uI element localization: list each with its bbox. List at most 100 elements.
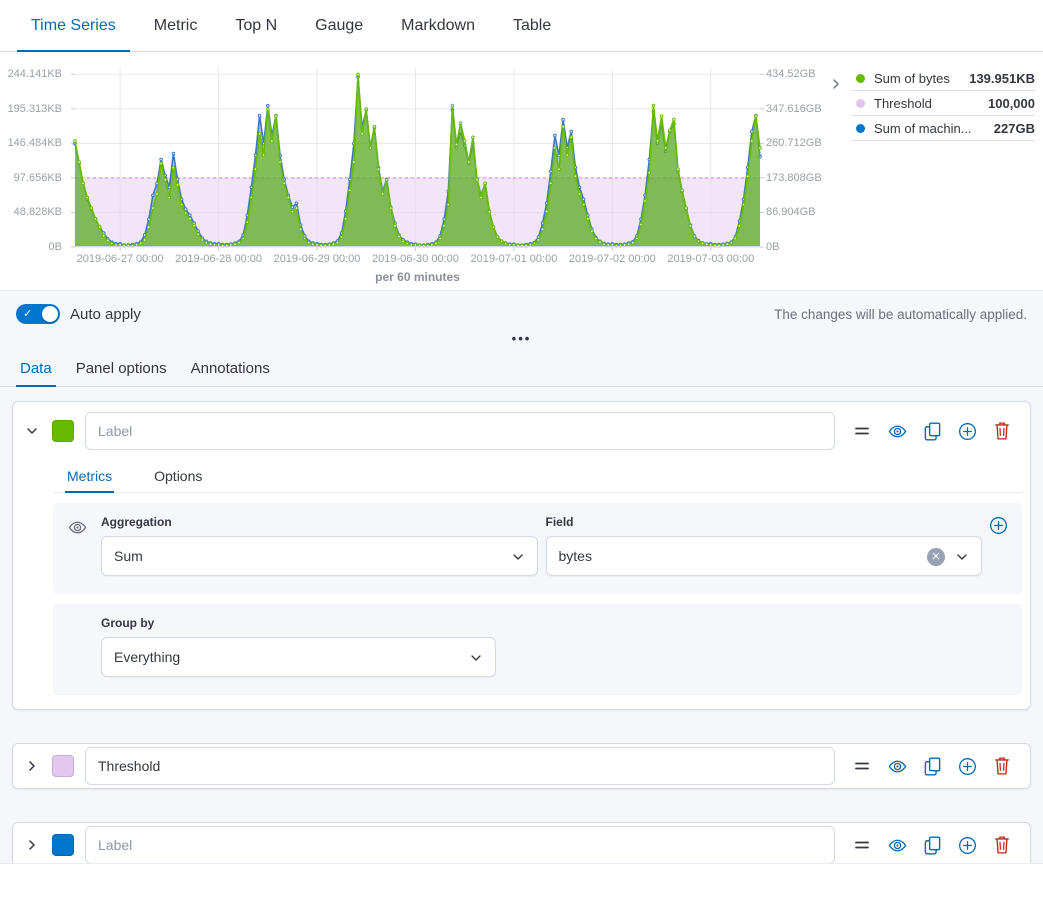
group-by-value: Everything (114, 649, 180, 665)
delete-series-icon[interactable] (992, 835, 1012, 855)
right-axis-tick: 173.808GB (766, 172, 822, 184)
legend-collapse-icon[interactable] (830, 74, 850, 94)
left-axis-tick: 146.484KB (8, 137, 62, 149)
aggregation-select[interactable]: Sum (101, 536, 538, 576)
interval-caption: per 60 minutes (75, 270, 760, 284)
series-color-swatch[interactable] (52, 420, 74, 442)
group-by-label: Group by (101, 616, 1008, 630)
x-axis-tick: 2019-07-02 00:00 (569, 253, 656, 265)
series-actions (846, 835, 1020, 855)
metric-tabbar: Metrics Options (53, 462, 1022, 493)
group-by-select[interactable]: Everything (101, 637, 496, 677)
field-label: Field (546, 515, 983, 529)
x-axis-tick: 2019-06-28 00:00 (175, 253, 262, 265)
right-axis-tick: 347.616GB (766, 103, 822, 115)
auto-apply-label: Auto apply (70, 306, 141, 323)
aggregation-panel: Aggregation Sum Field bytes ✕ (53, 503, 1022, 594)
eye-toggle-visibility-icon[interactable] (887, 421, 907, 441)
expand-chevron-right-icon[interactable] (23, 757, 41, 775)
legend-item-threshold[interactable]: Threshold 100,000 (852, 91, 1035, 116)
field-combobox[interactable]: bytes ✕ (546, 536, 983, 576)
x-axis-tick: 2019-06-27 00:00 (77, 253, 164, 265)
legend-dot-blue (856, 124, 865, 133)
right-y-axis: 434.52GB347.616GB260.712GB173.808GB86.90… (764, 68, 854, 247)
chevron-down-icon (469, 651, 483, 665)
add-series-icon[interactable] (957, 756, 977, 776)
chevron-down-icon (955, 550, 969, 564)
tab-metrics[interactable]: Metrics (65, 462, 114, 492)
clone-series-icon[interactable] (922, 835, 942, 855)
x-axis-tick: 2019-07-01 00:00 (470, 253, 557, 265)
field-value: bytes (559, 548, 592, 564)
metric-eye-icon[interactable] (67, 517, 87, 537)
tab-data[interactable]: Data (16, 352, 56, 386)
series-actions (846, 421, 1020, 441)
legend-dot-pink (856, 99, 865, 108)
tab-table[interactable]: Table (499, 0, 565, 51)
series-color-swatch[interactable] (52, 834, 74, 856)
page-footer (0, 863, 1043, 880)
legend-label: Sum of machin... (874, 121, 988, 136)
legend-label: Sum of bytes (874, 71, 963, 86)
tab-annotations[interactable]: Annotations (187, 352, 274, 386)
chart-plot-area[interactable] (75, 68, 760, 247)
series-label-input[interactable] (85, 747, 835, 785)
left-axis-tick: 97.656KB (14, 172, 62, 184)
collapse-chevron-down-icon[interactable] (23, 422, 41, 440)
tab-time-series[interactable]: Time Series (17, 0, 130, 51)
tab-panel-options[interactable]: Panel options (72, 352, 171, 386)
series-panel-1: Metrics Options Aggregation Sum (12, 401, 1031, 710)
series-actions (846, 756, 1020, 776)
tab-options[interactable]: Options (152, 462, 204, 492)
series-panel-2 (12, 743, 1031, 789)
auto-apply-hint: The changes will be automatically applie… (774, 307, 1027, 322)
legend-item-sum-of-bytes[interactable]: Sum of bytes 139.951KB (852, 66, 1035, 91)
group-by-panel: Group by Everything (53, 604, 1022, 695)
left-axis-tick: 48.828KB (14, 206, 62, 218)
clone-series-icon[interactable] (922, 756, 942, 776)
legend-value: 100,000 (988, 96, 1035, 111)
series-label-input[interactable] (85, 412, 835, 450)
legend-item-sum-of-machine-ram[interactable]: Sum of machin... 227GB (852, 116, 1035, 141)
right-axis-tick: 86.904GB (766, 206, 816, 218)
series-panel-3 (12, 822, 1031, 868)
clear-field-icon[interactable]: ✕ (927, 548, 945, 566)
auto-apply-row: ✓ Auto apply The changes will be automat… (0, 291, 1043, 334)
x-axis-tick: 2019-07-03 00:00 (667, 253, 754, 265)
legend-value: 227GB (994, 121, 1035, 136)
tab-top-n[interactable]: Top N (221, 0, 291, 51)
auto-apply-toggle[interactable]: ✓ (16, 304, 60, 324)
tab-markdown[interactable]: Markdown (387, 0, 489, 51)
series-label-input[interactable] (85, 826, 835, 864)
add-metric-icon[interactable] (988, 515, 1008, 535)
x-axis: 2019-06-27 00:00 2019-06-28 00:00 2019-06-… (75, 253, 760, 267)
right-axis-tick: 260.712GB (766, 137, 822, 149)
left-axis-tick: 0B (49, 241, 62, 253)
add-series-icon[interactable] (957, 835, 977, 855)
check-icon: ✓ (23, 307, 32, 320)
drag-handle-icon[interactable] (852, 756, 872, 776)
editor-tabbar: Data Panel options Annotations (0, 352, 1043, 387)
eye-toggle-visibility-icon[interactable] (887, 756, 907, 776)
left-axis-tick: 244.141KB (8, 68, 62, 80)
drag-handle-icon[interactable] (852, 835, 872, 855)
drag-handle-icon[interactable] (852, 421, 872, 441)
expand-chevron-right-icon[interactable] (23, 836, 41, 854)
add-series-icon[interactable] (957, 421, 977, 441)
aggregation-value: Sum (114, 548, 143, 564)
clone-series-icon[interactable] (922, 421, 942, 441)
delete-series-icon[interactable] (992, 421, 1012, 441)
tab-gauge[interactable]: Gauge (301, 0, 377, 51)
legend-value: 139.951KB (969, 71, 1035, 86)
delete-series-icon[interactable] (992, 756, 1012, 776)
panel-resize-handle[interactable]: ••• (0, 334, 1043, 350)
aggregation-label: Aggregation (101, 515, 538, 529)
legend-dot-green (856, 74, 865, 83)
toggle-knob (42, 306, 58, 322)
series-color-swatch[interactable] (52, 755, 74, 777)
tab-metric[interactable]: Metric (140, 0, 212, 51)
x-axis-tick: 2019-06-29 00:00 (274, 253, 361, 265)
eye-toggle-visibility-icon[interactable] (887, 835, 907, 855)
chevron-down-icon (511, 550, 525, 564)
series-row (13, 744, 1030, 788)
